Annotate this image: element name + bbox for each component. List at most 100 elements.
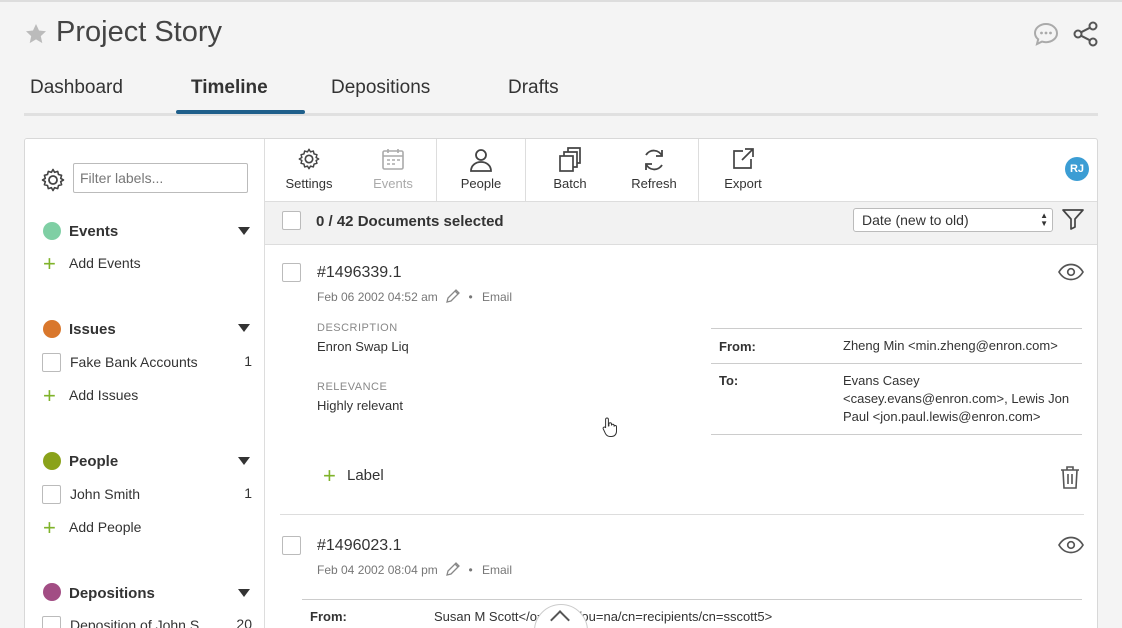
page-header: Project Story Dashboard Timeline Deposit… <box>0 0 1122 120</box>
meta-separator: • <box>468 290 473 304</box>
events-label: Events <box>373 176 413 191</box>
avatar[interactable]: RJ <box>1065 157 1089 181</box>
events-color-dot <box>43 222 61 240</box>
relevance-value: Highly relevant <box>317 398 403 413</box>
group-title-people: People <box>69 453 119 470</box>
chevron-down-icon[interactable] <box>238 227 250 235</box>
tab-drafts[interactable]: Drafts <box>508 77 559 99</box>
label-checkbox[interactable] <box>42 485 61 504</box>
document-checkbox[interactable] <box>282 536 301 555</box>
group-title-depositions: Depositions <box>69 585 155 602</box>
document-checkbox[interactable] <box>282 263 301 282</box>
description-label: DESCRIPTION <box>317 322 398 334</box>
to-value: Evans Casey <casey.evans@enron.com>, Lew… <box>843 373 1070 424</box>
chevron-down-icon[interactable] <box>238 589 250 597</box>
label-checkbox[interactable] <box>42 353 61 372</box>
filter-icon[interactable] <box>1061 207 1085 231</box>
trash-icon[interactable] <box>1059 465 1081 489</box>
eye-icon[interactable] <box>1058 536 1084 554</box>
toolbar-divider <box>698 139 699 201</box>
document-meta: Feb 06 2002 04:52 am • Email <box>317 288 512 304</box>
label-checkbox[interactable] <box>42 616 61 628</box>
sort-value: Date (new to old) <box>862 212 969 228</box>
label-sidebar: Events + Add Events Issues Fake Bank Acco… <box>25 139 265 628</box>
label-name: John Smith <box>70 486 141 502</box>
issues-color-dot <box>43 320 61 338</box>
pencil-icon[interactable] <box>445 288 461 304</box>
tab-dashboard[interactable]: Dashboard <box>30 77 123 99</box>
plus-icon: + <box>43 383 56 408</box>
document-type: Email <box>482 290 513 304</box>
people-label: People <box>460 176 502 191</box>
toolbar-divider <box>525 139 526 201</box>
chat-icon[interactable] <box>1032 20 1060 48</box>
tab-timeline[interactable]: Timeline <box>191 77 268 99</box>
depositions-color-dot <box>43 583 61 601</box>
pencil-icon[interactable] <box>445 561 461 577</box>
document-list-area: Settings Events People Batch Refresh Exp… <box>265 139 1097 628</box>
description-value: Enron Swap Liq <box>317 339 409 354</box>
settings-label: Settings <box>285 176 333 191</box>
selection-count: 0 / 42 Documents selected <box>316 213 504 230</box>
refresh-button[interactable]: Refresh <box>622 139 686 201</box>
export-icon <box>733 148 754 169</box>
select-arrows-icon: ▲ ▼ <box>1040 211 1048 228</box>
add-issues-label: Add Issues <box>69 387 139 403</box>
add-issues-button[interactable]: + Add Issues <box>43 383 139 408</box>
tab-bar: Dashboard Timeline Depositions Drafts <box>24 72 1098 116</box>
document-date: Feb 06 2002 04:52 am <box>317 290 438 304</box>
share-icon[interactable] <box>1072 20 1100 48</box>
document-card: #1496023.1 Feb 04 2002 08:04 pm • Email … <box>280 515 1084 628</box>
add-people-label: Add People <box>69 519 142 535</box>
add-people-button[interactable]: + Add People <box>43 517 142 539</box>
add-events-label: Add Events <box>69 255 141 271</box>
timeline-panel: Events + Add Events Issues Fake Bank Acco… <box>24 138 1098 628</box>
refresh-icon <box>645 149 663 171</box>
chevron-down-icon[interactable] <box>238 457 250 465</box>
plus-icon: + <box>43 251 56 276</box>
active-tab-indicator <box>176 110 305 114</box>
gear-icon[interactable] <box>40 167 66 193</box>
sort-select[interactable]: Date (new to old) ▲ ▼ <box>853 208 1053 232</box>
events-button[interactable]: Events <box>361 139 425 201</box>
add-label-text: Label <box>347 467 384 484</box>
add-label-button[interactable]: + Label <box>323 463 384 488</box>
from-label: From: <box>719 339 756 354</box>
email-to-row: To: Evans Casey <casey.evans@enron.com>,… <box>711 364 1082 434</box>
star-icon[interactable] <box>24 22 48 46</box>
label-count: 20 <box>236 616 252 628</box>
meta-separator: • <box>468 563 473 577</box>
hand-cursor-icon <box>602 417 617 437</box>
toolbar: Settings Events People Batch Refresh Exp… <box>265 139 1097 201</box>
refresh-label: Refresh <box>631 176 677 191</box>
people-button[interactable]: People <box>449 139 513 201</box>
person-icon <box>470 149 492 172</box>
document-id[interactable]: #1496339.1 <box>317 264 402 282</box>
filter-labels-input[interactable] <box>73 163 248 193</box>
chevron-down-icon[interactable] <box>238 324 250 332</box>
tab-depositions[interactable]: Depositions <box>331 77 430 99</box>
select-all-checkbox[interactable] <box>282 211 301 230</box>
from-label: From: <box>310 609 347 624</box>
label-name: Fake Bank Accounts <box>70 354 198 370</box>
batch-button[interactable]: Batch <box>538 139 602 201</box>
document-id[interactable]: #1496023.1 <box>317 537 402 555</box>
group-title-events: Events <box>69 223 119 240</box>
label-count: 1 <box>244 353 252 369</box>
export-button[interactable]: Export <box>711 139 775 201</box>
group-title-issues: Issues <box>69 321 116 338</box>
eye-icon[interactable] <box>1058 263 1084 281</box>
from-value: Susan M Scott</o=enron/ou=na/cn=recipien… <box>434 609 773 624</box>
page-title: Project Story <box>56 16 222 48</box>
settings-button[interactable]: Settings <box>277 139 341 201</box>
calendar-icon <box>382 149 404 170</box>
label-name: Deposition of John S... <box>70 617 211 628</box>
export-label: Export <box>724 176 762 191</box>
plus-icon: + <box>323 463 336 488</box>
gear-icon <box>298 148 320 170</box>
email-from-row: From: Zheng Min <min.zheng@enron.com> <box>711 329 1082 364</box>
batch-icon <box>559 147 581 172</box>
add-events-button[interactable]: + Add Events <box>43 251 141 276</box>
chevron-up-icon <box>550 610 570 628</box>
email-header-table: From: Susan M Scott</o=enron/ou=na/cn=re… <box>302 599 1082 628</box>
